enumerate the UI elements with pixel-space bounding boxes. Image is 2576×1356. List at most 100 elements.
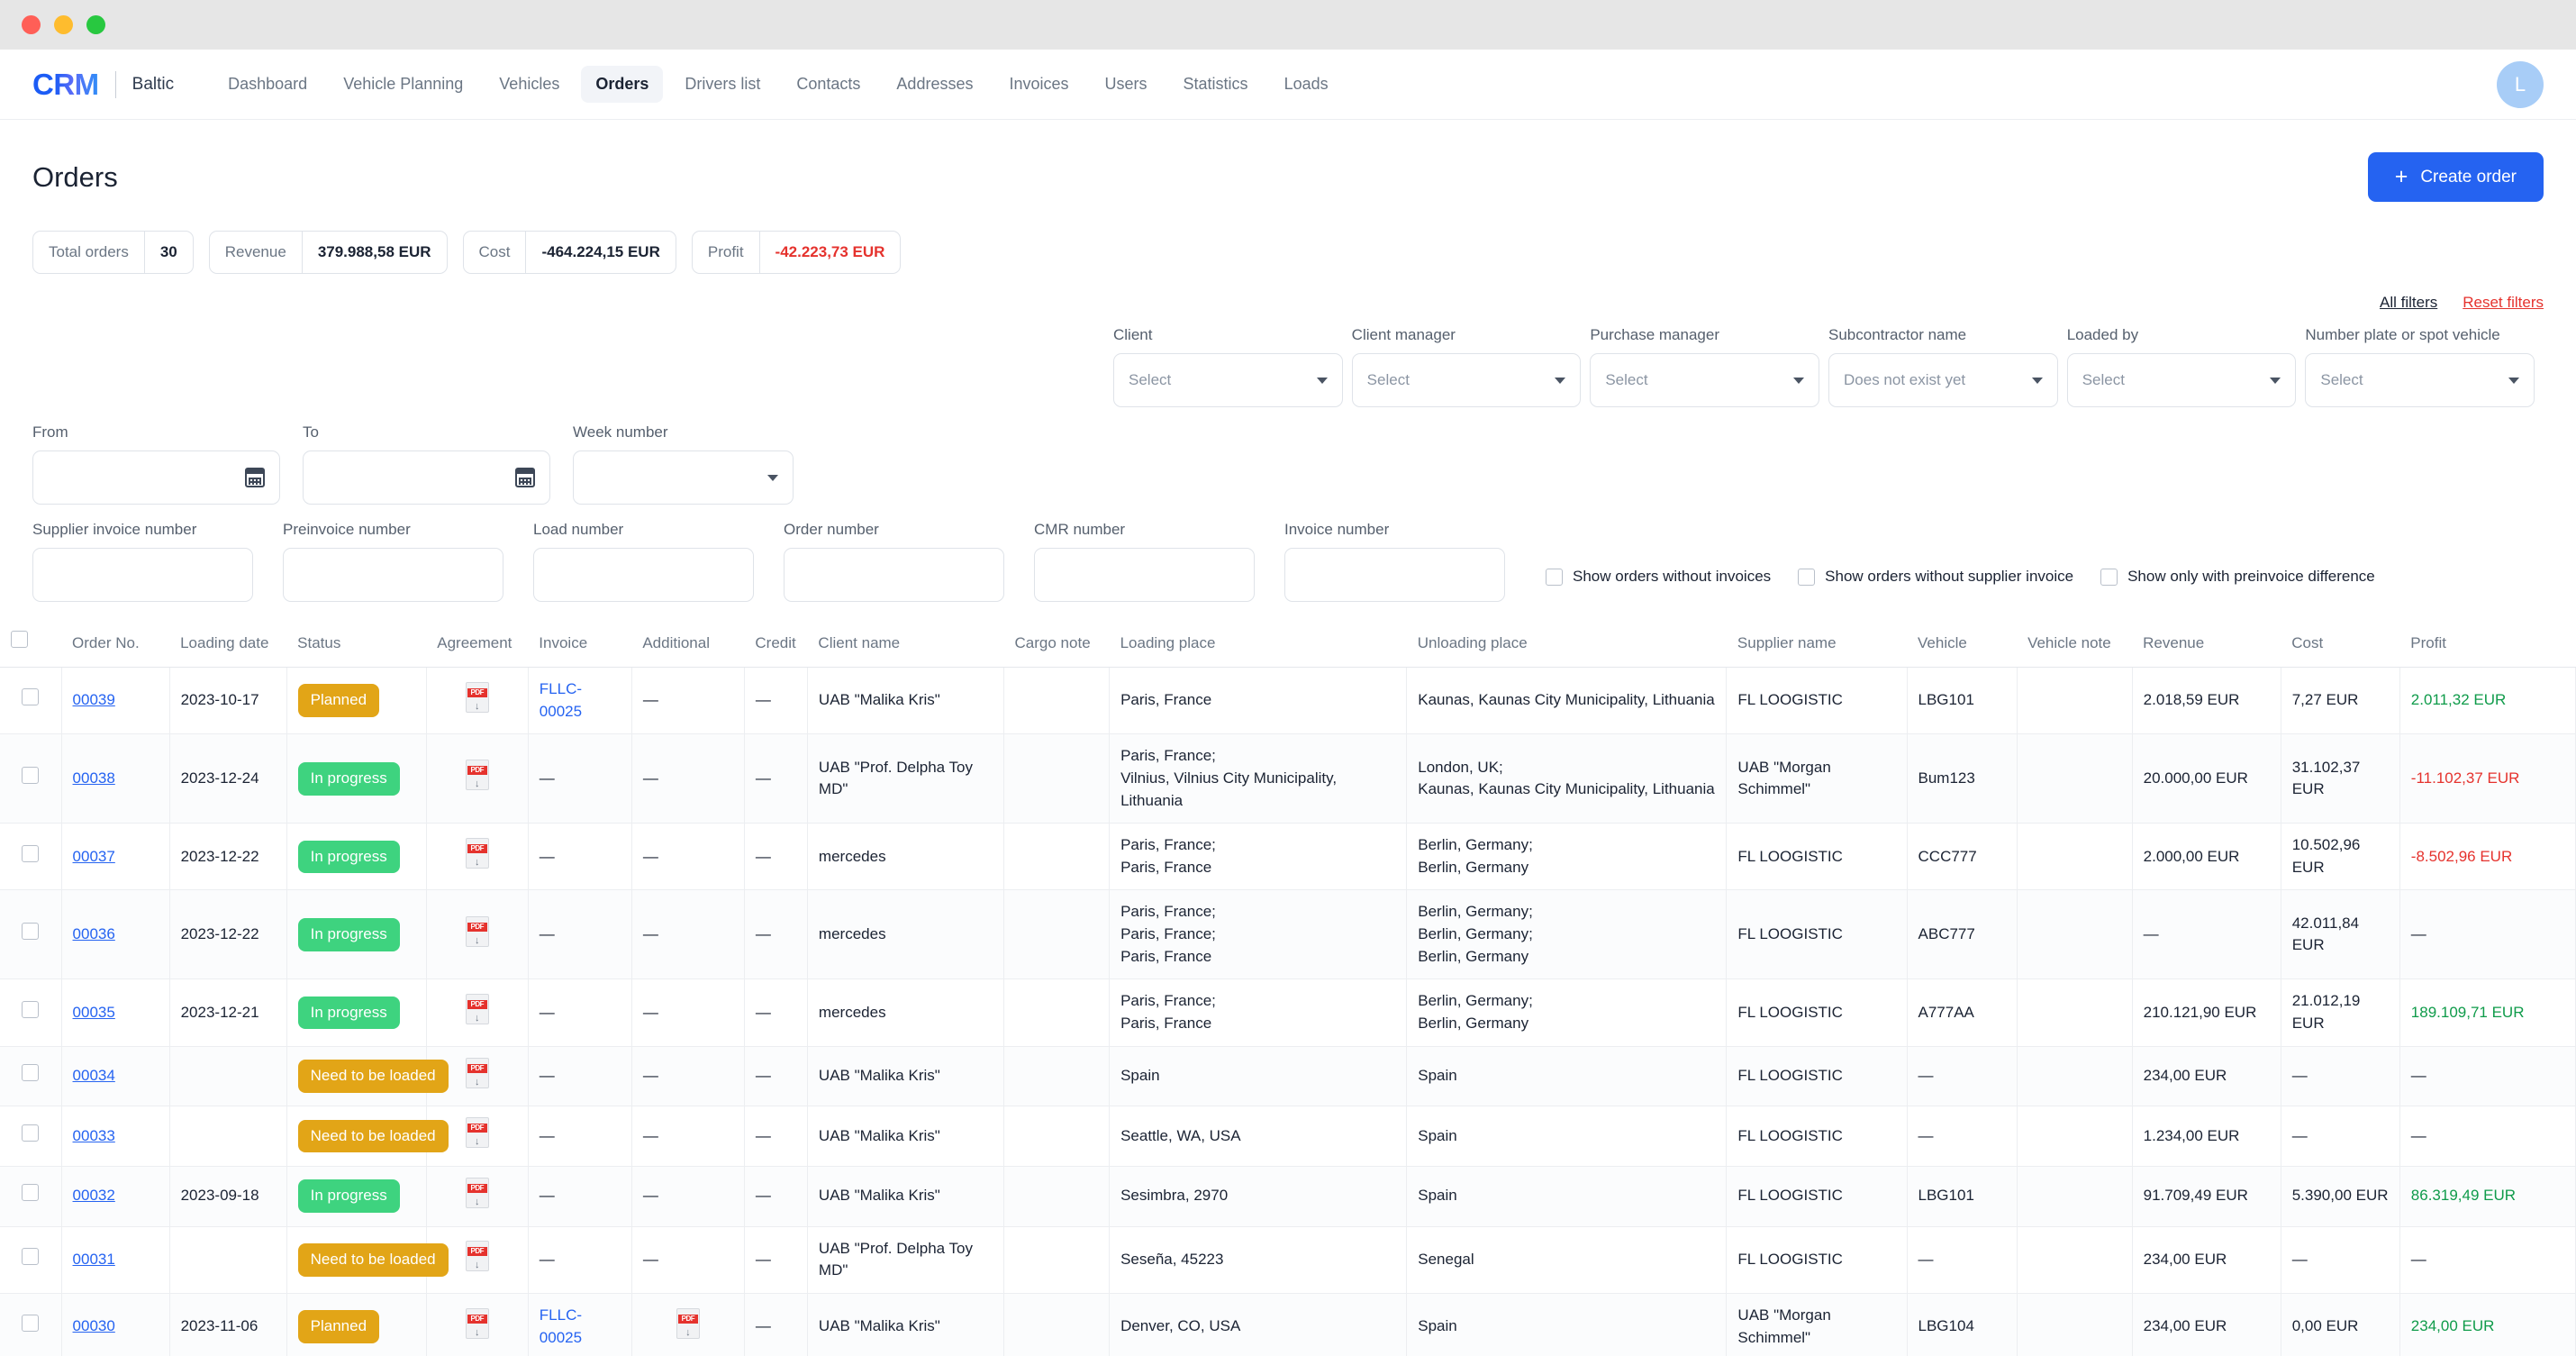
row-select-cell[interactable] bbox=[0, 1046, 62, 1107]
order-no-cell[interactable]: 00037 bbox=[61, 823, 170, 891]
invoice-link[interactable]: FLLC-00025 bbox=[540, 680, 582, 720]
nav-item-vehicle-planning[interactable]: Vehicle Planning bbox=[329, 66, 477, 103]
order-no-cell[interactable]: 00039 bbox=[61, 667, 170, 735]
table-row[interactable]: 00034 Need to be loaded — — — UAB "Malika Kri… bbox=[0, 1046, 2576, 1107]
calendar-icon[interactable] bbox=[515, 468, 535, 487]
column-header-vehicle[interactable]: Vehicle bbox=[1907, 622, 2018, 668]
order-no-cell[interactable]: 00032 bbox=[61, 1166, 170, 1227]
date-input-to[interactable] bbox=[303, 450, 550, 505]
row-checkbox[interactable] bbox=[22, 1315, 40, 1333]
table-row[interactable]: 00037 2023-12-22 In progress — — — mercedes Par… bbox=[0, 823, 2576, 891]
column-header-loading-date[interactable]: Loading date bbox=[169, 622, 287, 668]
row-select-cell[interactable] bbox=[0, 1226, 62, 1294]
order-number-link[interactable]: 00037 bbox=[73, 848, 115, 865]
column-header-vehicle-note[interactable]: Vehicle note bbox=[2017, 622, 2133, 668]
row-select-cell[interactable] bbox=[0, 667, 62, 735]
nav-item-vehicles[interactable]: Vehicles bbox=[485, 66, 574, 103]
column-header-invoice[interactable]: Invoice bbox=[528, 622, 632, 668]
text-input-preinvoice-number[interactable] bbox=[283, 548, 503, 602]
column-header-credit[interactable]: Credit bbox=[744, 622, 808, 668]
column-header-revenue[interactable]: Revenue bbox=[2132, 622, 2281, 668]
pdf-file-icon[interactable] bbox=[465, 1117, 489, 1149]
order-no-cell[interactable]: 00035 bbox=[61, 978, 170, 1047]
pdf-file-icon[interactable] bbox=[465, 760, 489, 791]
pdf-file-icon[interactable] bbox=[465, 1177, 489, 1208]
column-header-order-no-[interactable]: Order No. bbox=[61, 622, 170, 668]
week-number-select[interactable] bbox=[573, 450, 794, 505]
column-header-profit[interactable]: Profit bbox=[2399, 622, 2576, 668]
column-header-unloading-place[interactable]: Unloading place bbox=[1406, 622, 1727, 668]
additional-cell[interactable] bbox=[631, 1293, 745, 1356]
nav-item-dashboard[interactable]: Dashboard bbox=[213, 66, 322, 103]
pdf-file-icon[interactable] bbox=[465, 1307, 489, 1339]
table-row[interactable]: 00038 2023-12-24 In progress — — — UAB "Prof. … bbox=[0, 733, 2576, 824]
checkbox-box-icon[interactable] bbox=[2100, 568, 2118, 586]
order-no-cell[interactable]: 00031 bbox=[61, 1226, 170, 1294]
agreement-cell[interactable] bbox=[426, 733, 529, 824]
all-filters-link[interactable]: All filters bbox=[2380, 294, 2437, 312]
calendar-icon[interactable] bbox=[245, 468, 265, 487]
row-checkbox[interactable] bbox=[22, 1247, 40, 1265]
row-checkbox[interactable] bbox=[22, 844, 40, 862]
crm-logo[interactable]: CRM bbox=[32, 68, 99, 102]
filter-select-client-manager[interactable]: Select bbox=[1351, 353, 1582, 407]
date-input-from[interactable] bbox=[32, 450, 280, 505]
pdf-file-icon[interactable] bbox=[465, 838, 489, 869]
table-row[interactable]: 00036 2023-12-22 In progress — — — mercedes Par… bbox=[0, 889, 2576, 980]
close-window-button[interactable] bbox=[22, 15, 41, 34]
table-row[interactable]: 00030 2023-11-06 Planned FLLC-00025 — UAB "Ma… bbox=[0, 1293, 2576, 1356]
pdf-file-icon[interactable] bbox=[465, 915, 489, 947]
agreement-cell[interactable] bbox=[426, 889, 529, 980]
column-header-agreement[interactable]: Agreement bbox=[426, 622, 529, 668]
agreement-cell[interactable] bbox=[426, 1293, 529, 1356]
order-number-link[interactable]: 00031 bbox=[73, 1251, 115, 1268]
row-select-cell[interactable] bbox=[0, 1106, 62, 1167]
order-number-link[interactable]: 00036 bbox=[73, 925, 115, 942]
row-select-cell[interactable] bbox=[0, 823, 62, 891]
checkbox-box-icon[interactable] bbox=[1798, 568, 1816, 586]
row-checkbox[interactable] bbox=[22, 1064, 40, 1082]
nav-item-invoices[interactable]: Invoices bbox=[994, 66, 1083, 103]
agreement-cell[interactable] bbox=[426, 1166, 529, 1227]
checkbox-box-icon[interactable] bbox=[1546, 568, 1563, 586]
filter-select-number-plate-or-spot-vehicle[interactable]: Select bbox=[2305, 353, 2535, 407]
filter-select-loaded-by[interactable]: Select bbox=[2066, 353, 2297, 407]
agreement-cell[interactable] bbox=[426, 978, 529, 1047]
column-header-additional[interactable]: Additional bbox=[631, 622, 745, 668]
column-header-client-name[interactable]: Client name bbox=[807, 622, 1004, 668]
row-select-cell[interactable] bbox=[0, 1166, 62, 1227]
select-all-checkbox[interactable] bbox=[11, 631, 28, 648]
column-header-cost[interactable]: Cost bbox=[2281, 622, 2400, 668]
pdf-file-icon[interactable] bbox=[465, 994, 489, 1025]
pdf-file-icon[interactable] bbox=[465, 681, 489, 713]
minimize-window-button[interactable] bbox=[54, 15, 73, 34]
column-header-loading-place[interactable]: Loading place bbox=[1109, 622, 1407, 668]
text-input-cmr-number[interactable] bbox=[1034, 548, 1255, 602]
nav-item-orders[interactable]: Orders bbox=[581, 66, 664, 103]
avatar[interactable]: L bbox=[2497, 60, 2544, 108]
order-no-cell[interactable]: 00038 bbox=[61, 733, 170, 824]
agreement-cell[interactable] bbox=[426, 823, 529, 891]
table-header-select-all[interactable] bbox=[0, 622, 62, 668]
nav-item-statistics[interactable]: Statistics bbox=[1169, 66, 1263, 103]
text-input-invoice-number[interactable] bbox=[1284, 548, 1505, 602]
row-select-cell[interactable] bbox=[0, 1293, 62, 1356]
column-header-status[interactable]: Status bbox=[286, 622, 427, 668]
row-checkbox[interactable] bbox=[22, 1000, 40, 1018]
text-input-order-number[interactable] bbox=[784, 548, 1004, 602]
pdf-file-icon[interactable] bbox=[676, 1307, 700, 1339]
nav-item-users[interactable]: Users bbox=[1091, 66, 1162, 103]
column-header-supplier-name[interactable]: Supplier name bbox=[1726, 622, 1908, 668]
invoice-cell[interactable]: FLLC-00025 bbox=[528, 667, 632, 735]
order-number-link[interactable]: 00035 bbox=[73, 1004, 115, 1021]
order-number-link[interactable]: 00038 bbox=[73, 769, 115, 787]
invoice-cell[interactable]: FLLC-00025 bbox=[528, 1293, 632, 1356]
checkbox-show-orders-without-supplier-invoice[interactable]: Show orders without supplier invoice bbox=[1798, 568, 2073, 586]
reset-filters-link[interactable]: Reset filters bbox=[2463, 294, 2544, 312]
agreement-cell[interactable] bbox=[426, 667, 529, 735]
order-no-cell[interactable]: 00036 bbox=[61, 889, 170, 980]
row-checkbox[interactable] bbox=[22, 1124, 40, 1142]
order-number-link[interactable]: 00034 bbox=[73, 1067, 115, 1084]
row-select-cell[interactable] bbox=[0, 978, 62, 1047]
pdf-file-icon[interactable] bbox=[465, 1057, 489, 1088]
